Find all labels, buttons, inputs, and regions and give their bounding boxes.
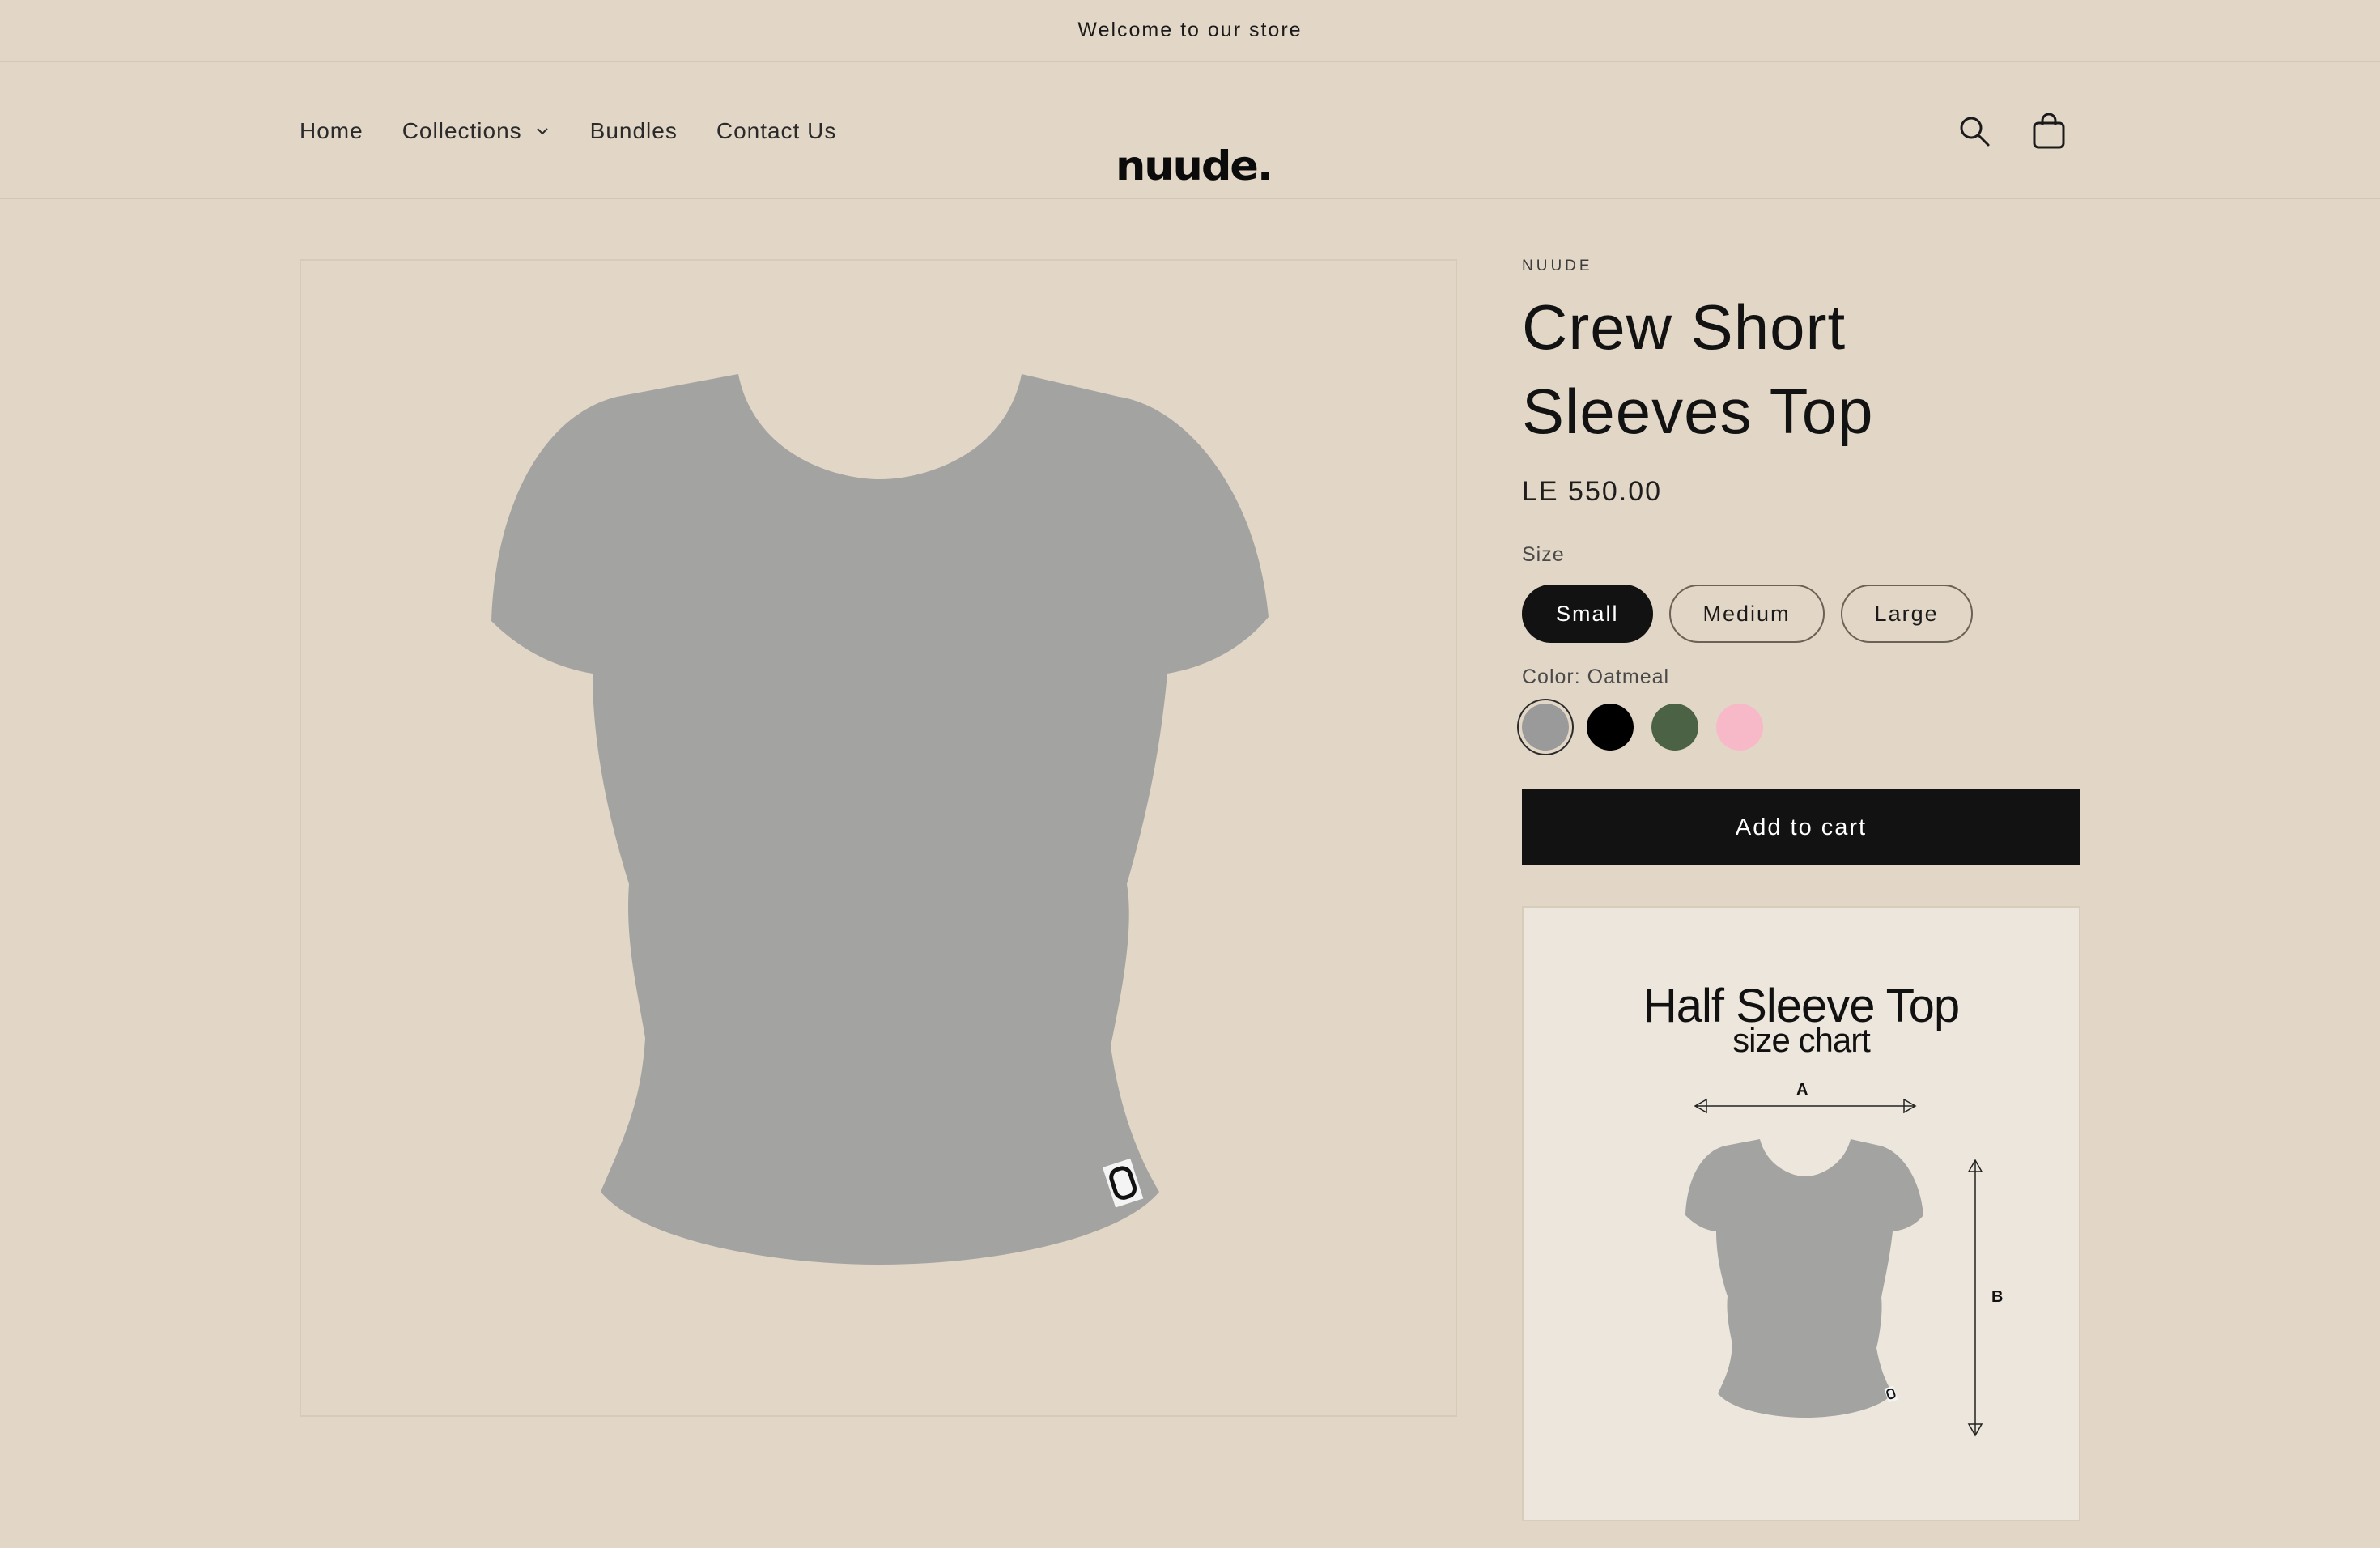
nav-item-label: Contact Us: [716, 117, 837, 143]
nav-item-home[interactable]: Home: [300, 118, 363, 144]
nav-item-contact[interactable]: Contact Us: [716, 118, 837, 144]
color-swatch[interactable]: [1522, 704, 1569, 751]
nav-item-collections[interactable]: Collections: [402, 118, 551, 144]
size-chart-image[interactable]: Half Sleeve Top size chart A B: [1522, 906, 2080, 1521]
main-nav: Home Collections Bundles Contact Us: [300, 62, 836, 199]
color-label: Color: Oatmeal: [1522, 666, 1670, 688]
size-option-small[interactable]: Small: [1522, 585, 1653, 643]
site-header: Home Collections Bundles Contact Us nuud…: [0, 62, 2380, 199]
nav-item-bundles[interactable]: Bundles: [590, 118, 678, 144]
color-swatches: [1522, 704, 2080, 751]
size-label: Size: [1522, 543, 1565, 566]
size-chart-label-b: B: [1991, 1288, 2004, 1306]
announcement-bar: Welcome to our store: [0, 0, 2380, 62]
color-swatch[interactable]: [1587, 704, 1634, 751]
color-swatch[interactable]: [1651, 704, 1698, 751]
product-vendor: NUUDE: [1522, 257, 1593, 274]
tshirt-shape: [491, 374, 1269, 1265]
product-image: [491, 374, 1269, 1265]
product-media[interactable]: [300, 259, 1457, 1417]
site-logo[interactable]: nuude.: [1116, 142, 1273, 189]
size-options: Small Medium Large: [1522, 585, 2080, 643]
search-button[interactable]: [1955, 112, 1994, 151]
cart-button[interactable]: [2029, 112, 2068, 151]
header-icons: [1955, 62, 2068, 199]
size-chart-label-a: A: [1796, 1081, 1808, 1099]
product-title: Crew Short Sleeves Top: [1522, 291, 1874, 447]
product-info: NUUDE Crew Short Sleeves Top LE 550.00 S…: [1522, 257, 2080, 1521]
size-chart-diagram: [1685, 1098, 1983, 1437]
chevron-down-icon: [536, 127, 548, 134]
size-option-large[interactable]: Large: [1840, 585, 1973, 643]
color-swatch[interactable]: [1716, 704, 1763, 751]
nav-item-label: Collections: [402, 117, 522, 143]
announcement-text: Welcome to our store: [1077, 19, 1303, 41]
cart-icon: [2033, 113, 2065, 148]
search-icon: [1960, 117, 1990, 146]
nav-item-label: Home: [300, 117, 363, 143]
size-option-medium[interactable]: Medium: [1668, 585, 1825, 643]
nav-item-label: Bundles: [589, 117, 678, 143]
add-to-cart-button[interactable]: Add to cart: [1522, 789, 2080, 865]
product-price: LE 550.00: [1522, 476, 1663, 507]
